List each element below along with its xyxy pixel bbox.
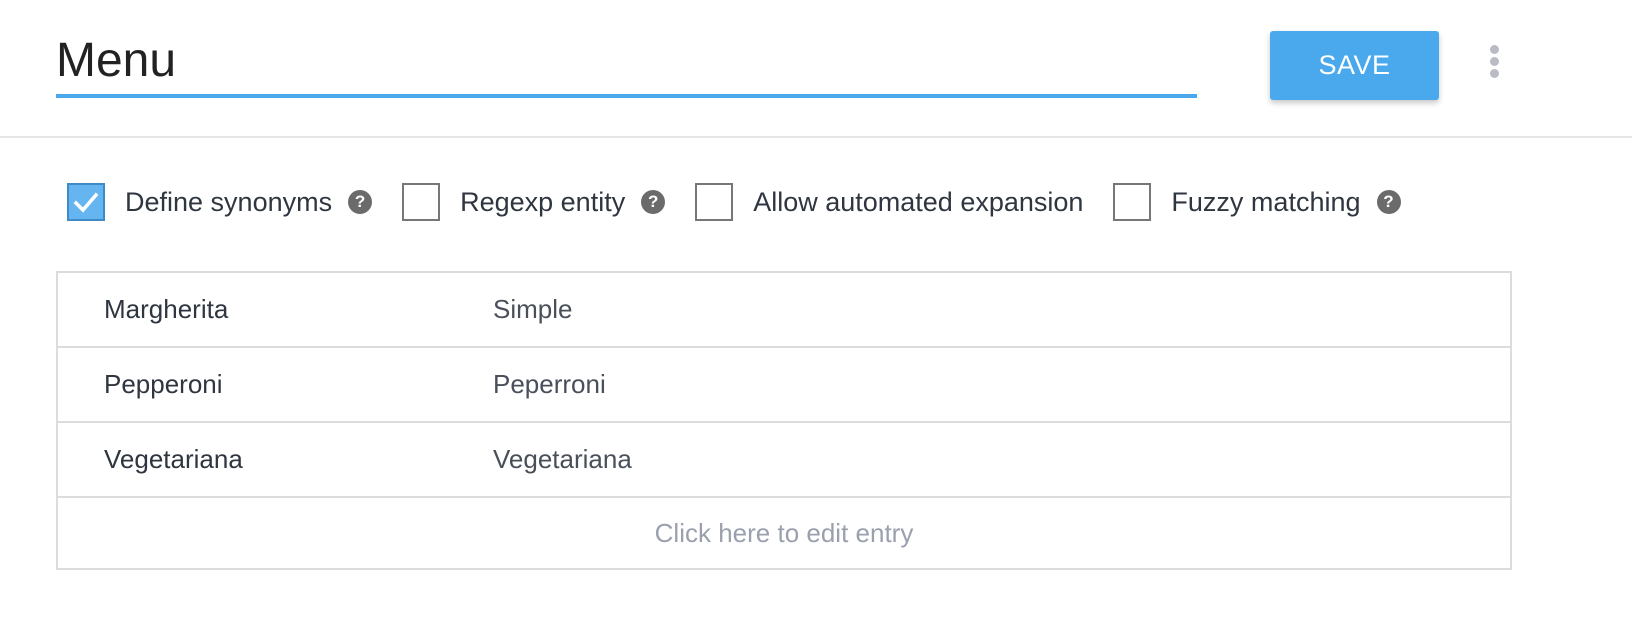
table-row[interactable]: Vegetariana Vegetariana <box>58 423 1510 498</box>
regexp-entity-checkbox[interactable] <box>402 183 441 221</box>
more-vertical-icon <box>1489 44 1499 54</box>
option-define-synonyms[interactable]: Define synonyms ? <box>67 183 373 221</box>
entity-options: Define synonyms ? Regexp entity ? Allow … <box>67 182 1431 222</box>
entity-name-input[interactable] <box>56 30 1197 90</box>
entry-reference-value[interactable]: Pepperoni <box>104 369 223 400</box>
entry-synonyms[interactable]: Peperroni <box>493 369 606 400</box>
fuzzy-matching-label: Fuzzy matching <box>1171 186 1361 217</box>
more-vertical-icon-dot <box>1489 68 1499 78</box>
entry-reference-value[interactable]: Margherita <box>104 294 228 325</box>
more-options-button[interactable] <box>1480 42 1508 80</box>
entity-name-field-wrapper <box>56 22 1197 98</box>
fuzzy-matching-checkbox[interactable] <box>1113 183 1152 221</box>
define-synonyms-checkbox[interactable] <box>67 183 105 221</box>
entry-synonyms[interactable]: Vegetariana <box>493 444 632 475</box>
allow-automated-expansion-label: Allow automated expansion <box>753 186 1084 217</box>
checkmark-icon <box>73 192 99 213</box>
entity-header: SAVE <box>0 0 1632 138</box>
more-vertical-icon-dot <box>1489 56 1499 66</box>
entries-table: Margherita Simple Pepperoni Peperroni Ve… <box>56 271 1512 570</box>
add-entry-row[interactable]: Click here to edit entry <box>58 498 1510 568</box>
option-fuzzy-matching[interactable]: Fuzzy matching ? <box>1113 183 1401 221</box>
help-icon[interactable]: ? <box>641 190 666 214</box>
option-regexp-entity[interactable]: Regexp entity ? <box>402 183 666 221</box>
save-button[interactable]: SAVE <box>1270 31 1439 100</box>
table-row[interactable]: Pepperoni Peperroni <box>58 348 1510 423</box>
regexp-entity-label: Regexp entity <box>460 186 626 217</box>
allow-automated-expansion-checkbox[interactable] <box>695 183 734 221</box>
define-synonyms-label: Define synonyms <box>125 186 333 217</box>
help-icon[interactable]: ? <box>1376 190 1401 214</box>
help-icon[interactable]: ? <box>348 190 373 214</box>
table-row[interactable]: Margherita Simple <box>58 273 1510 348</box>
option-allow-automated-expansion[interactable]: Allow automated expansion <box>695 183 1083 221</box>
entry-reference-value[interactable]: Vegetariana <box>104 444 243 475</box>
entry-synonyms[interactable]: Simple <box>493 294 572 325</box>
